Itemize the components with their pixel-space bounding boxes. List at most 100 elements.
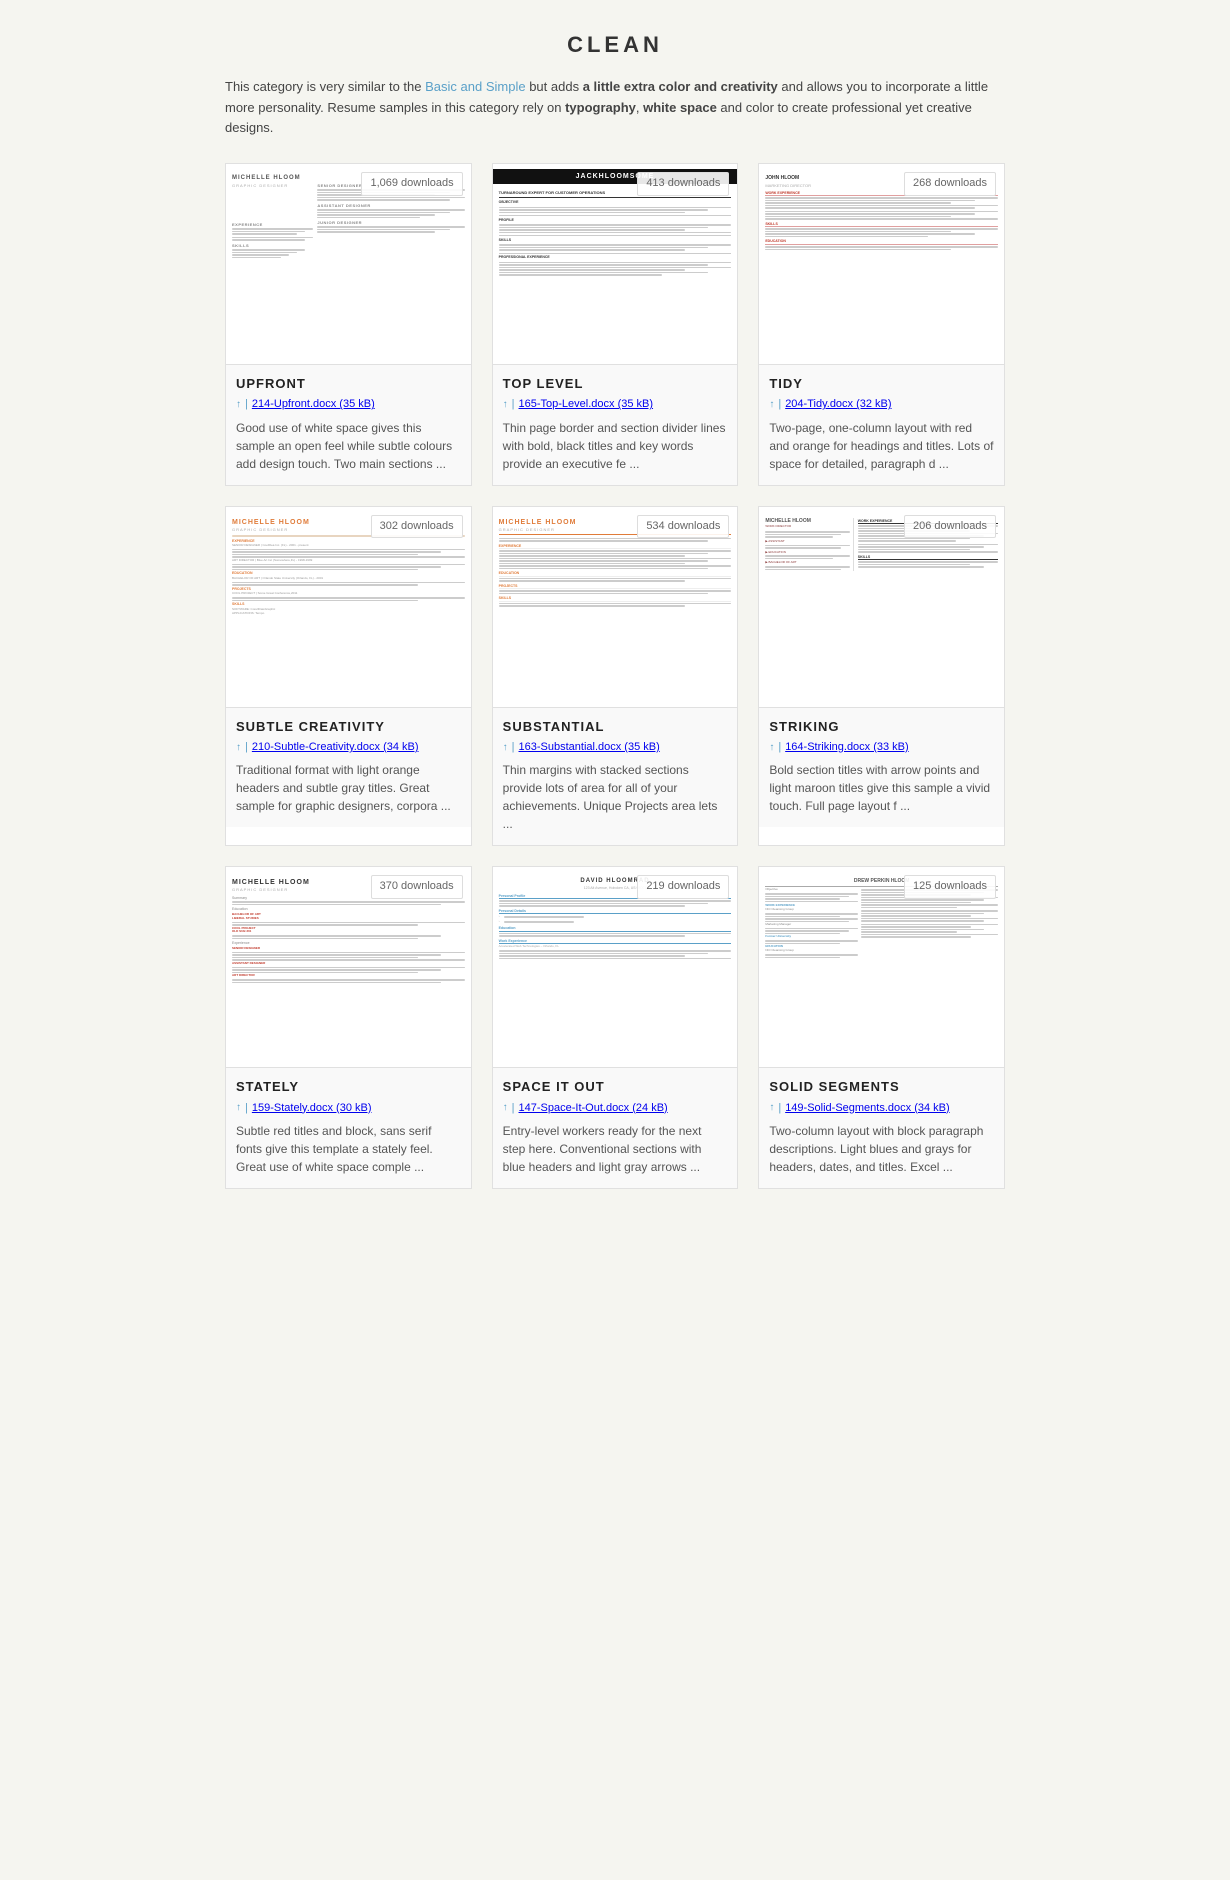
- card-desc-upfront: Good use of white space gives this sampl…: [236, 419, 461, 473]
- thumbnail-subtle: MICHELLE HLOOM GRAPHIC DESIGNER EXPERIEN…: [226, 512, 471, 702]
- thumbnail-substantial: MICHELLE HLOOM GRAPHIC DESIGNER EXPERIEN…: [493, 512, 738, 702]
- downloads-badge-substantial: 534 downloads: [637, 515, 729, 538]
- download-icon-stately: ↑: [236, 1101, 241, 1115]
- card-file-solid: ↑ | 149-Solid-Segments.docx (34 kB): [769, 1101, 994, 1116]
- resume-preview-stately: 370 downloads MICHELLE HLOOM GRAPHIC DES…: [226, 867, 471, 1067]
- downloads-badge-stately: 370 downloads: [371, 875, 463, 898]
- download-icon-substantial: ↑: [503, 741, 508, 755]
- thumbnail-spaceitout: DAVID HLOOMRAD 123 Alt Avenue, Hoboken C…: [493, 872, 738, 1062]
- card-file-substantial: ↑ | 163-Substantial.docx (35 kB): [503, 740, 728, 755]
- thumbnail-upfront: MICHELLE HLOOM GRAPHIC DESIGNER EXPERIEN…: [226, 169, 471, 359]
- card-name-spaceitout: SPACE IT OUT: [503, 1078, 728, 1096]
- download-icon-tidy: ↑: [769, 398, 774, 412]
- file-link-striking[interactable]: 164-Striking.docx (33 kB): [785, 740, 909, 755]
- file-link-toplevel[interactable]: 165-Top-Level.docx (35 kB): [519, 397, 654, 412]
- resume-card-subtle: 302 downloads MICHELLE HLOOM GRAPHIC DES…: [225, 506, 472, 847]
- resume-preview-tidy: 268 downloads JOHN HLOOM MARKETING DIREC…: [759, 164, 1004, 364]
- card-name-stately: STATELY: [236, 1078, 461, 1096]
- download-icon-striking: ↑: [769, 741, 774, 755]
- resume-preview-spaceitout: 219 downloads DAVID HLOOMRAD 123 Alt Ave…: [493, 867, 738, 1067]
- download-icon-spaceitout: ↑: [503, 1101, 508, 1115]
- card-name-subtle: SUBTLE CREATIVITY: [236, 718, 461, 736]
- resume-card-solid: 125 downloads DREW PERKIN HLOOM Objectiv…: [758, 866, 1005, 1189]
- resume-grid: 1,069 downloads MICHELLE HLOOM GRAPHIC D…: [225, 163, 1005, 1189]
- resume-card-tidy: 268 downloads JOHN HLOOM MARKETING DIREC…: [758, 163, 1005, 486]
- downloads-badge-tidy: 268 downloads: [904, 172, 996, 195]
- downloads-badge-subtle: 302 downloads: [371, 515, 463, 538]
- pipe-spaceitout: |: [512, 1101, 515, 1116]
- thumbnail-tidy: JOHN HLOOM MARKETING DIRECTOR WORK EXPER…: [759, 169, 1004, 359]
- card-name-upfront: UPFRONT: [236, 375, 461, 393]
- downloads-badge-spaceitout: 219 downloads: [637, 875, 729, 898]
- card-info-upfront: UPFRONT ↑ | 214-Upfront.docx (35 kB) Goo…: [226, 364, 471, 485]
- downloads-badge-solid: 125 downloads: [904, 875, 996, 898]
- file-link-spaceitout[interactable]: 147-Space-It-Out.docx (24 kB): [519, 1101, 668, 1116]
- thumbnail-solid: DREW PERKIN HLOOM Objective WORK EXPERIE…: [759, 872, 1004, 1062]
- resume-card-substantial: 534 downloads MICHELLE HLOOM GRAPHIC DES…: [492, 506, 739, 847]
- resume-card-striking: 206 downloads MICHELLE HLOOM WORK DIRECT…: [758, 506, 1005, 847]
- card-desc-subtle: Traditional format with light orange hea…: [236, 761, 461, 815]
- pipe-upfront: |: [245, 397, 248, 412]
- resume-card-stately: 370 downloads MICHELLE HLOOM GRAPHIC DES…: [225, 866, 472, 1189]
- card-info-solid: SOLID SEGMENTS ↑ | 149-Solid-Segments.do…: [759, 1067, 1004, 1188]
- card-desc-striking: Bold section titles with arrow points an…: [769, 761, 994, 815]
- card-desc-toplevel: Thin page border and section divider lin…: [503, 419, 728, 473]
- card-info-substantial: SUBSTANTIAL ↑ | 163-Substantial.docx (35…: [493, 707, 738, 846]
- card-info-stately: STATELY ↑ | 159-Stately.docx (30 kB) Sub…: [226, 1067, 471, 1188]
- downloads-badge-striking: 206 downloads: [904, 515, 996, 538]
- resume-preview-substantial: 534 downloads MICHELLE HLOOM GRAPHIC DES…: [493, 507, 738, 707]
- card-file-toplevel: ↑ | 165-Top-Level.docx (35 kB): [503, 397, 728, 412]
- thumbnail-stately: MICHELLE HLOOM GRAPHIC DESIGNER Summary …: [226, 872, 471, 1062]
- card-info-striking: STRIKING ↑ | 164-Striking.docx (33 kB) B…: [759, 707, 1004, 828]
- card-info-spaceitout: SPACE IT OUT ↑ | 147-Space-It-Out.docx (…: [493, 1067, 738, 1188]
- pipe-tidy: |: [778, 397, 781, 412]
- card-desc-solid: Two-column layout with block paragraph d…: [769, 1122, 994, 1176]
- resume-preview-toplevel: 413 downloads JACKHLOOMSOME TURNAROUND E…: [493, 164, 738, 364]
- card-name-striking: STRIKING: [769, 718, 994, 736]
- card-file-spaceitout: ↑ | 147-Space-It-Out.docx (24 kB): [503, 1101, 728, 1116]
- card-file-stately: ↑ | 159-Stately.docx (30 kB): [236, 1101, 461, 1116]
- resume-card-toplevel: 413 downloads JACKHLOOMSOME TURNAROUND E…: [492, 163, 739, 486]
- card-name-toplevel: TOP LEVEL: [503, 375, 728, 393]
- card-file-striking: ↑ | 164-Striking.docx (33 kB): [769, 740, 994, 755]
- page-container: CLEAN This category is very similar to t…: [205, 0, 1025, 1219]
- file-link-solid[interactable]: 149-Solid-Segments.docx (34 kB): [785, 1101, 949, 1116]
- basic-simple-link[interactable]: Basic and Simple: [425, 79, 525, 94]
- thumbnail-striking: MICHELLE HLOOM WORK DIRECTOR ▶ ASSISTANT…: [759, 512, 1004, 702]
- file-link-subtle[interactable]: 210-Subtle-Creativity.docx (34 kB): [252, 740, 419, 755]
- resume-preview-upfront: 1,069 downloads MICHELLE HLOOM GRAPHIC D…: [226, 164, 471, 364]
- card-desc-spaceitout: Entry-level workers ready for the next s…: [503, 1122, 728, 1176]
- downloads-badge-toplevel: 413 downloads: [637, 172, 729, 195]
- file-link-substantial[interactable]: 163-Substantial.docx (35 kB): [519, 740, 660, 755]
- card-desc-stately: Subtle red titles and block, sans serif …: [236, 1122, 461, 1176]
- card-name-substantial: SUBSTANTIAL: [503, 718, 728, 736]
- download-icon-subtle: ↑: [236, 741, 241, 755]
- file-link-tidy[interactable]: 204-Tidy.docx (32 kB): [785, 397, 891, 412]
- download-icon-toplevel: ↑: [503, 398, 508, 412]
- downloads-badge-upfront: 1,069 downloads: [361, 172, 462, 195]
- resume-card-upfront: 1,069 downloads MICHELLE HLOOM GRAPHIC D…: [225, 163, 472, 486]
- resume-preview-solid: 125 downloads DREW PERKIN HLOOM Objectiv…: [759, 867, 1004, 1067]
- pipe-subtle: |: [245, 740, 248, 755]
- card-file-subtle: ↑ | 210-Subtle-Creativity.docx (34 kB): [236, 740, 461, 755]
- download-icon-upfront: ↑: [236, 398, 241, 412]
- card-info-tidy: TIDY ↑ | 204-Tidy.docx (32 kB) Two-page,…: [759, 364, 1004, 485]
- card-info-subtle: SUBTLE CREATIVITY ↑ | 210-Subtle-Creativ…: [226, 707, 471, 828]
- download-icon-solid: ↑: [769, 1101, 774, 1115]
- card-name-tidy: TIDY: [769, 375, 994, 393]
- pipe-solid: |: [778, 1101, 781, 1116]
- pipe-striking: |: [778, 740, 781, 755]
- card-desc-tidy: Two-page, one-column layout with red and…: [769, 419, 994, 473]
- file-link-stately[interactable]: 159-Stately.docx (30 kB): [252, 1101, 372, 1116]
- resume-preview-striking: 206 downloads MICHELLE HLOOM WORK DIRECT…: [759, 507, 1004, 707]
- page-description: This category is very similar to the Bas…: [225, 77, 1005, 139]
- thumbnail-toplevel: JACKHLOOMSOME TURNAROUND EXPERT FOR CUST…: [493, 169, 738, 359]
- card-name-solid: SOLID SEGMENTS: [769, 1078, 994, 1096]
- card-desc-substantial: Thin margins with stacked sections provi…: [503, 761, 728, 833]
- page-title: CLEAN: [225, 30, 1005, 61]
- pipe-substantial: |: [512, 740, 515, 755]
- file-link-upfront[interactable]: 214-Upfront.docx (35 kB): [252, 397, 375, 412]
- pipe-toplevel: |: [512, 397, 515, 412]
- resume-preview-subtle: 302 downloads MICHELLE HLOOM GRAPHIC DES…: [226, 507, 471, 707]
- resume-card-spaceitout: 219 downloads DAVID HLOOMRAD 123 Alt Ave…: [492, 866, 739, 1189]
